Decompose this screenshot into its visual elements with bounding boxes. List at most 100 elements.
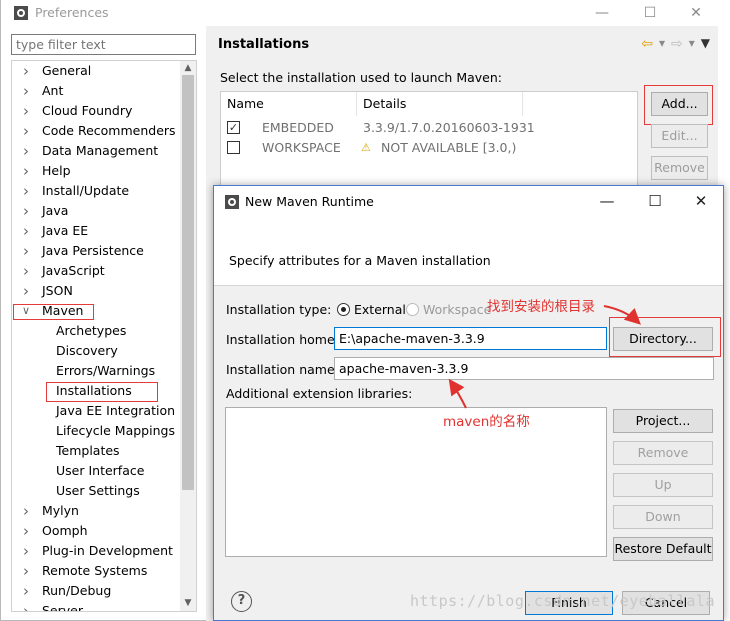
tree-item-label: Cloud Foundry [42,103,133,118]
project-button[interactable]: Project... [613,409,713,433]
dialog-close-icon[interactable]: ✕ [678,186,724,216]
tree-scroll-thumb[interactable] [182,75,194,490]
tree-item-label: Oomph [42,523,88,538]
chevron-right-icon[interactable]: › [20,161,32,181]
maximize-icon[interactable]: ☐ [627,0,673,26]
tree-item-label: Mylyn [42,503,79,518]
tree-scrollbar[interactable]: ▲ ▼ [180,61,196,611]
nav-icons: ⇦ ▾ ⇨ ▾ ▼ [641,36,710,52]
warning-icon: ⚠ [361,141,371,154]
row-checkbox-embedded[interactable]: ✓ [227,121,240,134]
chevron-right-icon[interactable]: › [20,501,32,521]
chevron-right-icon[interactable]: › [20,581,32,601]
chevron-right-icon[interactable]: › [20,281,32,301]
minimize-icon[interactable]: — [579,0,625,26]
back-arrow-icon[interactable]: ⇦ [641,36,653,52]
column-header-details[interactable]: Details [357,92,523,116]
chevron-right-icon[interactable]: › [20,541,32,561]
forward-arrow-icon[interactable]: ⇨ [671,36,683,52]
tree-item-label: JavaScript [42,263,105,278]
chevron-right-icon[interactable]: › [20,141,32,161]
tree-item-label: Java Persistence [42,243,144,258]
dialog-minimize-icon[interactable]: — [584,186,630,216]
up-button[interactable]: Up [613,473,713,497]
dialog-titlebar: New Maven Runtime — ☐ ✕ [214,186,723,216]
workspace-radio-label[interactable]: Workspace [423,302,491,317]
tree-item-label: Help [42,163,71,178]
installation-home-input[interactable]: E:\apache-maven-3.3.9 [334,327,607,350]
tree-item-label: Code Recommenders [42,123,176,138]
page-header: Installations ⇦ ▾ ⇨ ▾ ▼ [206,26,718,62]
annotation-maven-name: maven的名称 [443,414,530,430]
dialog-maximize-icon[interactable]: ☐ [632,186,678,216]
chevron-right-icon[interactable]: › [20,181,32,201]
chevron-right-icon[interactable]: › [20,221,32,241]
preferences-tree: › General › Ant › Cloud Foundry › Code Recommen… [11,60,197,612]
chevron-right-icon[interactable]: › [20,61,32,81]
tree-item-label: JSON [42,283,73,298]
chevron-right-icon[interactable]: › [20,121,32,141]
installation-type-label: Installation type: [226,302,332,317]
row-checkbox-workspace[interactable] [227,141,240,154]
installation-name-input[interactable]: apache-maven-3.3.9 [334,357,714,380]
tree-item-label: Plug-in Development [42,543,173,558]
workspace-radio[interactable] [406,303,419,316]
help-icon[interactable]: ? [231,591,252,612]
annotation-root-dir: 找到安装的根目录 [487,299,595,315]
directory-highlight-box [609,317,721,357]
scroll-down-icon[interactable]: ▼ [180,596,196,610]
filter-input[interactable] [11,34,196,55]
tree-item-label: General [42,63,92,78]
preferences-title: Preferences [35,5,109,20]
row-name: EMBEDDED [262,120,334,135]
row-details: NOT AVAILABLE [3.0,) [381,140,517,155]
chevron-right-icon[interactable]: › [20,521,32,541]
scroll-up-icon[interactable]: ▲ [180,61,196,75]
table-row[interactable]: ✓ EMBEDDED 3.3.9/1.7.0.20160603-1931 [221,118,637,138]
remove-library-button[interactable]: Remove [613,441,713,465]
installation-name-label: Installation name: [226,362,339,377]
installations-table: Name Details ✓ EMBEDDED 3.3.9/1.7.0.2016… [220,91,638,191]
tree-item-label: Ant [42,83,64,98]
extension-libraries-label: Additional extension libraries: [226,386,413,401]
chevron-right-icon[interactable]: › [20,261,32,281]
chevron-right-icon[interactable]: › [20,241,32,261]
tree-item-label: User Interface [56,463,145,478]
chevron-right-icon[interactable]: › [20,601,32,611]
dialog-title: New Maven Runtime [245,194,374,209]
tree-item-label: Templates [56,443,120,458]
tree-item-label: Errors/Warnings [56,363,156,378]
back-menu-icon[interactable]: ▾ [659,36,665,52]
add-highlight-box [644,85,713,125]
tree-item-label: Data Management [42,143,159,158]
row-name: WORKSPACE [262,140,341,155]
down-button[interactable]: Down [613,505,713,529]
external-radio-label[interactable]: External [354,302,406,317]
chevron-right-icon[interactable]: › [20,201,32,221]
view-menu-icon[interactable]: ▼ [701,36,710,52]
chevron-right-icon[interactable]: › [20,561,32,581]
edit-button[interactable]: Edit... [651,124,708,148]
remove-installation-button[interactable]: Remove [651,156,708,180]
table-row[interactable]: WORKSPACE ⚠ NOT AVAILABLE [3.0,) [221,138,637,158]
installation-home-label: Installation home: [226,332,339,347]
external-radio[interactable] [337,303,350,316]
tree-item-label: Discovery [56,343,118,358]
tree-item-label: Java EE [42,223,89,238]
extension-libraries-list[interactable] [225,407,607,557]
restore-default-button[interactable]: Restore Default [613,537,713,561]
dialog-app-icon [225,195,239,209]
installations-prompt: Select the installation used to launch M… [220,70,502,85]
tree-item-label: Run/Debug [42,583,112,598]
tree-item-label: Lifecycle Mappings [56,423,175,438]
chevron-right-icon[interactable]: › [20,101,32,121]
forward-menu-icon[interactable]: ▾ [689,36,695,52]
tree-item-label: Java EE Integration [56,403,176,418]
watermark: https://blog.csdn.net/eyeballala [410,592,715,610]
column-header-name[interactable]: Name [221,92,357,116]
tree-item-label: Server [42,603,83,612]
chevron-right-icon[interactable]: › [20,81,32,101]
tree-item-label: User Settings [56,483,140,498]
close-icon[interactable]: ✕ [673,0,719,26]
page-title: Installations [218,37,310,52]
